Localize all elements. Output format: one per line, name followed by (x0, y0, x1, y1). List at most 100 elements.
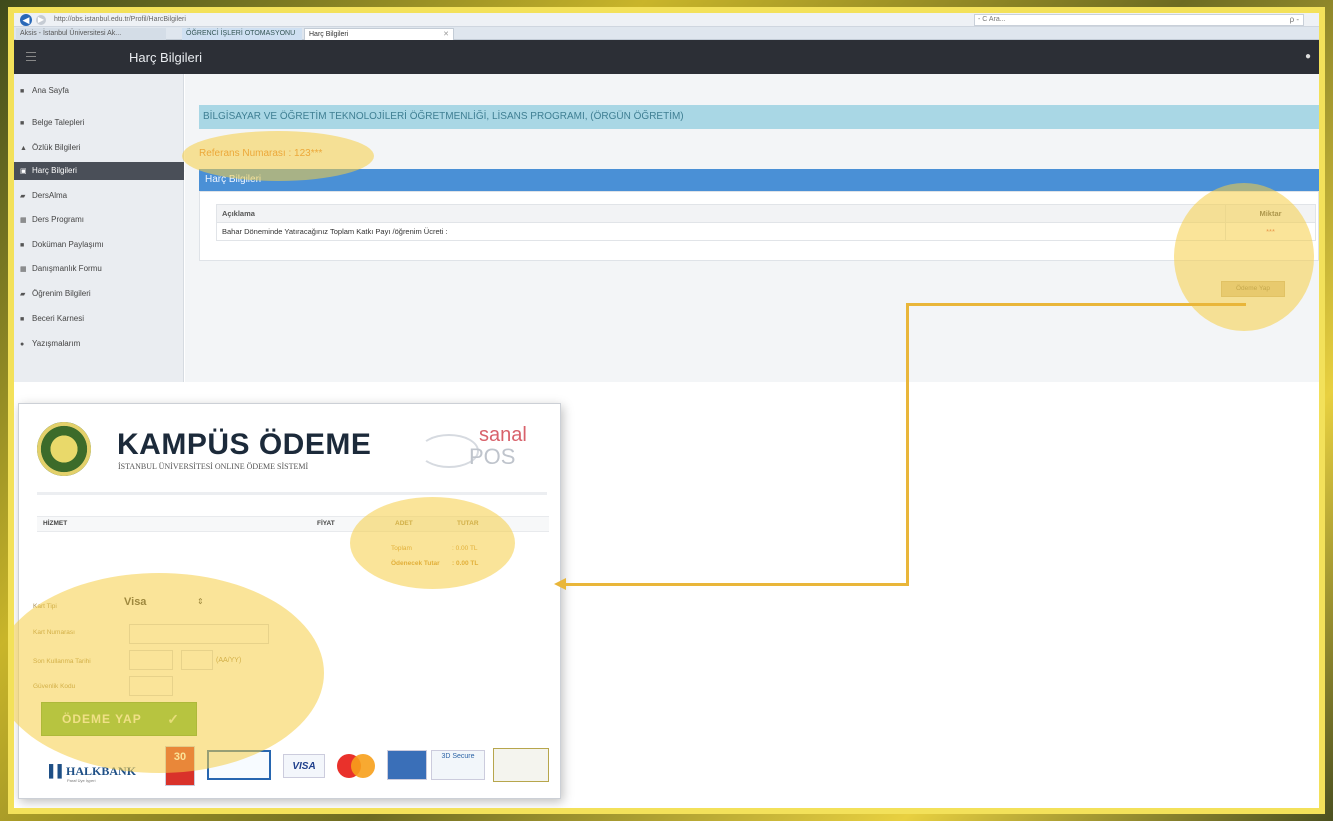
cvv-input[interactable] (129, 676, 173, 696)
payable-label: Ödenecek Tutar (391, 560, 440, 567)
search-icon[interactable]: ρ - (1290, 15, 1299, 25)
sidebar-item-ozluk-bilgileri[interactable]: ▲ Özlük Bilgileri (14, 139, 184, 157)
sidebar-item-label: Ana Sayfa (32, 86, 69, 95)
mastercard-right-icon (351, 754, 375, 778)
program-banner: BİLGİSAYAR VE ÖĞRETİM TEKNOLOJİLERİ ÖĞRE… (199, 105, 1319, 129)
sidebar-item-belge-talepleri[interactable]: ■ Belge Talepleri (14, 114, 184, 132)
payable-value: : 0.00 TL (452, 560, 479, 567)
pos-subtitle: İSTANBUL ÜNİVERSİTESİ ONLINE ÖDEME SİSTE… (118, 462, 309, 471)
total-value: : 0.00 TL (452, 545, 478, 552)
sidebar-item-ogrenim-bilgileri[interactable]: ▰ Öğrenim Bilgileri (14, 285, 184, 303)
sidebar-item-label: Özlük Bilgileri (32, 143, 81, 152)
user-icon[interactable]: ● (1305, 51, 1311, 62)
header-miktar: Miktar (1225, 204, 1316, 223)
header-tutar: TUTAR (457, 520, 479, 527)
tab-ogrenci-isleri[interactable]: ÖĞRENCİ İŞLERİ OTOMASYONU (182, 28, 302, 40)
expiry-year-input[interactable] (181, 650, 213, 670)
search-placeholder: - C Ara... (978, 16, 1006, 23)
fee-table: Açıklama Miktar Bahar Döneminde Yatıraca… (216, 204, 1316, 241)
arrow-head-icon (554, 578, 566, 590)
tab-harc-bilgileri[interactable]: Harç Bilgileri ✕ (304, 28, 454, 40)
sidebar-item-dokuman-paylasimi[interactable]: ■ Doküman Paylaşımı (14, 236, 184, 254)
screenshot-area: ◀ ▶ http://obs.istanbul.edu.tr/Profil/Ha… (14, 13, 1319, 808)
sidebar-item-dersalma[interactable]: ▰ DersAlma (14, 187, 184, 205)
card-number-label: Kart Numarası (33, 629, 75, 636)
sidebar-item-label: Yazışmalarım (32, 339, 81, 348)
chat-icon: ● (20, 341, 25, 348)
halkbank-logo: ▌▌HALKBANK (49, 764, 137, 778)
card-brands-icon (387, 750, 427, 780)
card-type-label: Kart Tipi (33, 603, 57, 610)
header-aciklama: Açıklama (216, 204, 1226, 223)
table-row: Bahar Döneminde Yatıracağınız Toplam Kat… (216, 222, 1316, 241)
total-label: Toplam (391, 545, 412, 552)
taksit-30-badge-icon: 30 (165, 746, 195, 786)
panel-header: Harç Bilgileri (199, 169, 1319, 191)
arrow-vertical (906, 303, 909, 585)
tab-label: Harç Bilgileri (309, 31, 349, 38)
halkbank-subtext: Paraf Üye İşyeri (67, 778, 96, 783)
tab-aksis[interactable]: Aksis - İstanbul Üniversitesi Ak... (16, 28, 166, 40)
card-type-select[interactable]: Visa (124, 596, 146, 608)
address-bar: ◀ ▶ http://obs.istanbul.edu.tr/Profil/Ha… (14, 13, 1319, 27)
pos-title: KAMPÜS ÖDEME (117, 428, 372, 461)
sidebar-item-label: Harç Bilgileri (32, 166, 77, 175)
sidebar-item-ders-programi[interactable]: ▦ Ders Programı (14, 211, 184, 229)
back-arrow-icon[interactable]: ◀ (20, 14, 32, 26)
page-title: Harç Bilgileri (129, 50, 202, 65)
tab-bar: Aksis - İstanbul Üniversitesi Ak... ÖĞRE… (14, 27, 1319, 40)
sidebar: ■ Ana Sayfa ■ Belge Talepleri ▲ Özlük Bilgi… (14, 74, 190, 382)
sidebar-item-harc-bilgileri[interactable]: ▣ Harç Bilgileri (14, 162, 190, 180)
arrow-horizontal-bottom (566, 583, 909, 586)
odeme-yap-button[interactable]: Ödeme Yap (1221, 281, 1285, 297)
sidebar-item-label: Doküman Paylaşımı (32, 240, 104, 249)
sidebar-item-ana-sayfa[interactable]: ■ Ana Sayfa (14, 82, 184, 100)
check-icon: ✓ (167, 711, 180, 727)
security-seal-icon (493, 748, 549, 782)
table-icon: ▦ (20, 266, 27, 273)
expiry-label: Son Kullanma Tarihi (33, 658, 91, 665)
book-icon: ▰ (20, 193, 26, 200)
hamburger-menu-icon[interactable] (26, 52, 36, 62)
document-icon: ■ (20, 316, 25, 323)
table-header-row: Açıklama Miktar (216, 204, 1316, 223)
document-icon: ■ (20, 242, 25, 249)
odeme-yap-submit-button[interactable]: ÖDEME YAP ✓ (41, 702, 197, 736)
payment-card: KAMPÜS ÖDEME İSTANBUL ÜNİVERSİTESİ ONLIN… (18, 403, 561, 799)
university-seal-icon (37, 422, 91, 476)
arrow-horizontal-top (906, 303, 1246, 306)
harc-panel: Açıklama Miktar Bahar Döneminde Yatıraca… (199, 191, 1319, 261)
pay-button-label: ÖDEME YAP (62, 712, 142, 726)
sanal-pos-logo-word2: POS (469, 444, 516, 469)
select-caret-icon[interactable]: ⇕ (197, 597, 204, 606)
divider (37, 492, 547, 495)
paraf-card-icon (207, 750, 271, 780)
header-hizmet: HİZMET (43, 520, 68, 527)
url-field[interactable]: http://obs.istanbul.edu.tr/Profil/HarcBi… (54, 15, 474, 25)
main-content: BİLGİSAYAR VE ÖĞRETİM TEKNOLOJİLERİ ÖĞRE… (185, 74, 1319, 382)
bank-logos: ▌▌HALKBANK Paraf Üye İşyeri 30 VISA 3D S… (37, 744, 549, 790)
sidebar-item-label: DersAlma (32, 191, 68, 200)
3d-secure-logo: 3D Secure (431, 750, 485, 780)
header-adet: ADET (395, 520, 413, 527)
sidebar-item-label: Öğrenim Bilgileri (32, 289, 91, 298)
money-icon: ▣ (20, 168, 27, 175)
sidebar-item-label: Danışmanlık Formu (32, 264, 102, 273)
sidebar-item-yazismalarim[interactable]: ● Yazışmalarım (14, 335, 184, 353)
browser-search-input[interactable]: - C Ara... ρ - (974, 14, 1304, 26)
user-icon: ▲ (20, 145, 27, 152)
header-fiyat: FİYAT (317, 520, 335, 527)
forward-arrow-icon[interactable]: ▶ (36, 15, 46, 25)
expiry-hint: (AA/YY) (216, 657, 242, 664)
calendar-icon: ▦ (20, 217, 27, 224)
cvv-label: Güvenlik Kodu (33, 683, 76, 690)
halkbank-logo-text: HALKBANK (66, 764, 137, 778)
sidebar-item-danismanlik-formu[interactable]: ▦ Danışmanlık Formu (14, 260, 184, 278)
card-number-input[interactable] (129, 624, 269, 644)
sidebar-item-label: Beceri Karnesi (32, 314, 85, 323)
fee-description: Bahar Döneminde Yatıracağınız Toplam Kat… (216, 222, 1226, 241)
sidebar-item-beceri-karnesi[interactable]: ■ Beceri Karnesi (14, 310, 184, 328)
app-header: Harç Bilgileri ● (14, 40, 1319, 74)
fee-amount: *** (1225, 222, 1316, 241)
expiry-month-input[interactable] (129, 650, 173, 670)
